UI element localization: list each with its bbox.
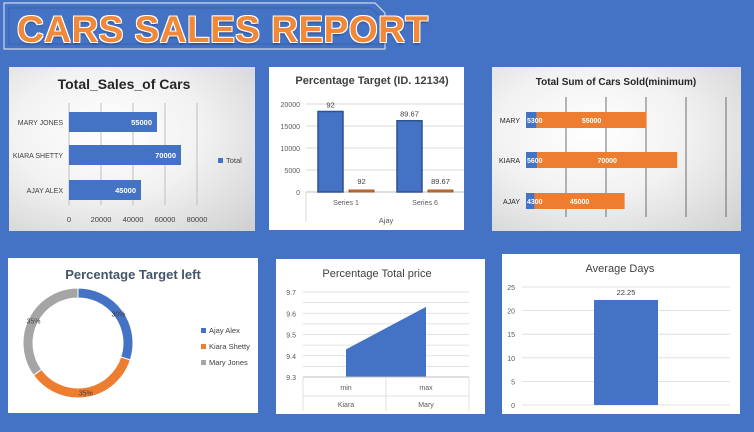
x-tick-label: min <box>340 385 351 392</box>
chart-title: Percentage Target (ID. 12134) <box>295 75 449 87</box>
total-sales-svg: Total_Sales_of Cars 0 20000 40000 60000 80000… <box>13 76 242 224</box>
y-tick-label: 5000 <box>284 168 300 175</box>
data-label: 22.25 <box>617 288 636 297</box>
chart-title: Percentage Target left <box>65 267 201 282</box>
total-sum-sold-svg: Total Sum of Cars Sold(minimum) 5300 55000… <box>499 77 727 217</box>
percentage-target-chart: Percentage Target (ID. 12134) 0 5000 10000 1… <box>269 67 464 230</box>
category-label: Series 1 <box>333 200 359 207</box>
legend-label: Mary Jones <box>209 358 248 367</box>
y-tick-label: 15 <box>507 332 515 339</box>
category-label: KIARA SHETTY <box>13 153 64 160</box>
y-tick-label: 20000 <box>281 102 301 109</box>
legend-label: Ajay Alex <box>209 326 240 335</box>
area-series <box>346 306 426 377</box>
total-sales-chart: Total_Sales_of Cars 0 20000 40000 60000 80000… <box>9 67 255 231</box>
title-banner: CARS SALES REPORT <box>3 2 428 52</box>
data-label: 70000 <box>597 158 617 165</box>
data-label: 55000 <box>582 118 602 125</box>
legend-label: Total <box>226 156 242 165</box>
chart-title: Total Sum of Cars Sold(minimum) <box>536 77 696 88</box>
y-tick-label: 9.4 <box>286 354 296 361</box>
percentage-total-price-chart: Percentage Total price 9.3 9.4 9.5 9.6 9.7 min… <box>276 259 485 414</box>
report-title: CARS SALES REPORT <box>17 9 429 50</box>
y-tick-label: 9.6 <box>286 311 296 318</box>
legend-swatch <box>201 360 206 365</box>
category-label: MARY <box>500 118 520 125</box>
bar <box>396 119 423 193</box>
y-tick-label: 10 <box>507 356 515 363</box>
data-label: 70000 <box>155 151 176 160</box>
y-tick-label: 0 <box>296 190 300 197</box>
x-group-label: Kiara <box>338 402 354 409</box>
bar <box>317 110 344 193</box>
slice-label: 35% <box>79 390 93 397</box>
total-sum-sold-chart: Total Sum of Cars Sold(minimum) 5300 55000… <box>492 67 741 231</box>
percentage-total-price-svg: Percentage Total price 9.3 9.4 9.5 9.6 9.7 min… <box>286 268 470 411</box>
data-label: 92 <box>357 177 365 186</box>
percentage-target-left-chart: Percentage Target left 30% 35% 35% Ajay Alex… <box>8 258 258 413</box>
data-label: 89.67 <box>400 110 419 119</box>
x-tick-label: 0 <box>67 215 71 224</box>
x-tick-label: 80000 <box>187 215 208 224</box>
percentage-target-left-svg: Percentage Target left 30% 35% 35% Ajay Alex… <box>22 267 250 399</box>
percentage-target-svg: Percentage Target (ID. 12134) 0 5000 10000 1… <box>281 75 464 225</box>
y-tick-label: 0 <box>511 403 515 410</box>
doughnut-slice <box>22 287 79 377</box>
data-label: 45000 <box>570 199 590 206</box>
y-tick-label: 9.3 <box>286 375 296 382</box>
y-tick-label: 9.7 <box>286 290 296 297</box>
category-label: AJAY <box>503 199 520 206</box>
chart-title: Average Days <box>586 263 655 275</box>
y-tick-label: 25 <box>507 285 515 292</box>
bar <box>348 189 375 193</box>
category-label: MARY JONES <box>18 120 64 127</box>
y-tick-label: 9.5 <box>286 333 296 340</box>
bar <box>594 299 658 405</box>
bar <box>427 189 454 193</box>
category-label: Series 6 <box>412 200 438 207</box>
y-tick-label: 20 <box>507 309 515 316</box>
slice-label: 35% <box>26 318 40 325</box>
doughnut-slice <box>77 287 134 361</box>
x-tick-label: max <box>419 385 433 392</box>
category-label: AJAY ALEX <box>27 188 64 195</box>
legend-label: Kiara Shetty <box>209 342 250 351</box>
slice-label: 30% <box>111 312 125 319</box>
category-label: KIARA <box>499 158 520 165</box>
y-tick-label: 15000 <box>281 124 301 131</box>
legend-swatch <box>201 344 206 349</box>
average-days-svg: Average Days 0 5 10 15 20 25 22.25 <box>507 263 730 410</box>
chart-title: Percentage Total price <box>322 268 431 280</box>
data-label: 45000 <box>115 186 136 195</box>
data-label: 92 <box>326 100 334 109</box>
legend-swatch <box>201 328 206 333</box>
x-tick-label: 40000 <box>123 215 144 224</box>
y-tick-label: 10000 <box>281 146 301 153</box>
x-tick-label: 60000 <box>155 215 176 224</box>
average-days-chart: Average Days 0 5 10 15 20 25 22.25 <box>502 254 740 414</box>
data-label: 89.67 <box>431 177 450 186</box>
chart-title: Total_Sales_of Cars <box>58 76 191 92</box>
x-tick-label: 20000 <box>91 215 112 224</box>
data-label: 55000 <box>131 118 152 127</box>
x-axis-label: Ajay <box>379 216 394 225</box>
y-tick-label: 5 <box>511 379 515 386</box>
data-label: 5300 <box>527 118 543 125</box>
legend-swatch <box>218 158 223 163</box>
data-label: 4300 <box>527 199 543 206</box>
x-group-label: Mary <box>418 402 434 409</box>
data-label: 5600 <box>527 158 543 165</box>
